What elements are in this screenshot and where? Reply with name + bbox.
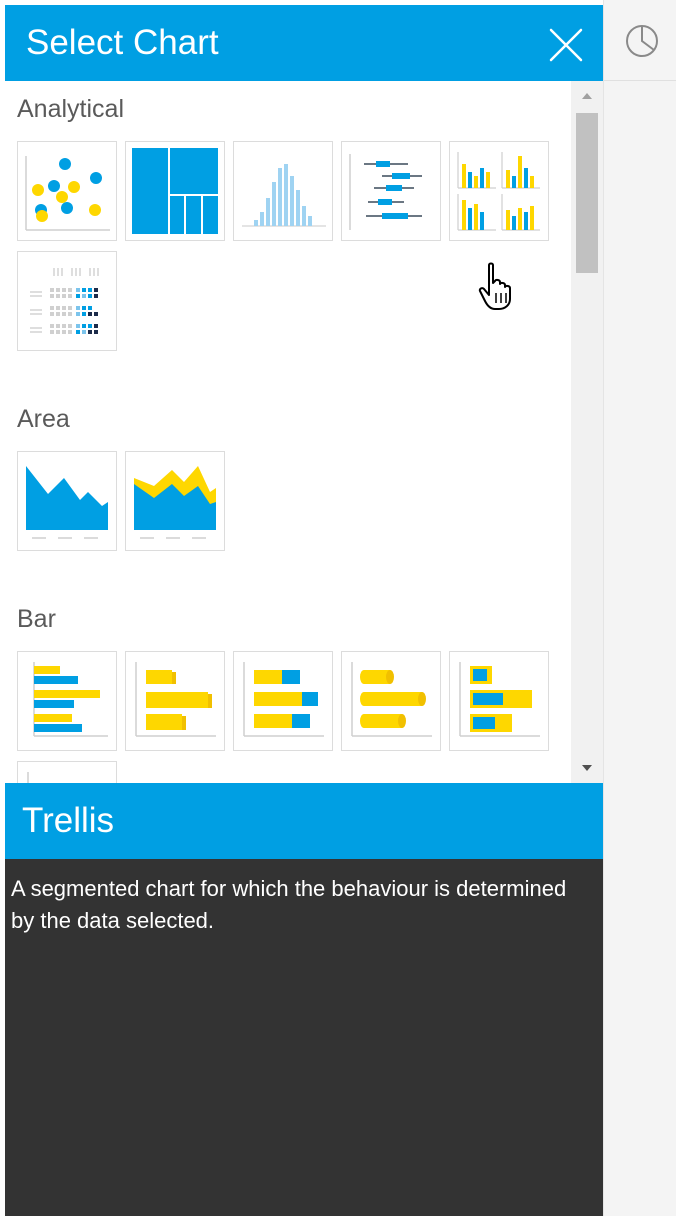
panel-title: Select Chart	[26, 23, 219, 62]
additional-bar-chart-icon[interactable]	[17, 761, 117, 783]
stacked-bar-chart-alt-icon[interactable]	[449, 651, 549, 751]
scroll-up-arrow-icon[interactable]	[571, 81, 603, 113]
trellis-chart-icon[interactable]	[449, 141, 549, 241]
panel-header: Select Chart	[5, 5, 603, 81]
info-header: Trellis	[5, 783, 603, 859]
vertical-scrollbar[interactable]	[571, 81, 603, 783]
chart-selector-panel: Select Chart Analytical Area Bar Trellis…	[5, 0, 603, 1216]
box-plot-chart-icon[interactable]	[341, 141, 441, 241]
hand-cursor-icon	[478, 262, 511, 310]
bar-chart-3d-icon[interactable]	[125, 651, 225, 751]
scrollbar-thumb[interactable]	[576, 113, 598, 273]
info-title: Trellis	[22, 801, 115, 840]
info-panel: A segmented chart for which the behaviou…	[5, 859, 603, 1216]
pie-chart-icon[interactable]	[624, 23, 660, 59]
heatmap-chart-icon[interactable]	[17, 251, 117, 351]
right-side-panel	[603, 0, 676, 1216]
select-chart-window: Select Chart Analytical Area Bar Trellis…	[0, 0, 676, 1216]
section-label-analytical: Analytical	[17, 95, 124, 123]
area-chart-icon[interactable]	[17, 451, 117, 551]
section-label-area: Area	[17, 405, 70, 433]
bar-chart-icon[interactable]	[17, 651, 117, 751]
section-label-bar: Bar	[17, 605, 56, 633]
chart-type-list[interactable]: Analytical Area Bar	[5, 81, 603, 783]
scatter-chart-icon[interactable]	[17, 141, 117, 241]
cylinder-bar-chart-icon[interactable]	[341, 651, 441, 751]
stacked-bar-chart-icon[interactable]	[233, 651, 333, 751]
histogram-chart-icon[interactable]	[233, 141, 333, 241]
info-description: A segmented chart for which the behaviou…	[11, 876, 567, 933]
close-icon[interactable]	[548, 27, 584, 63]
right-panel-header	[604, 0, 676, 81]
stacked-area-chart-icon[interactable]	[125, 451, 225, 551]
scroll-down-arrow-icon[interactable]	[571, 751, 603, 783]
treemap-chart-icon[interactable]	[125, 141, 225, 241]
